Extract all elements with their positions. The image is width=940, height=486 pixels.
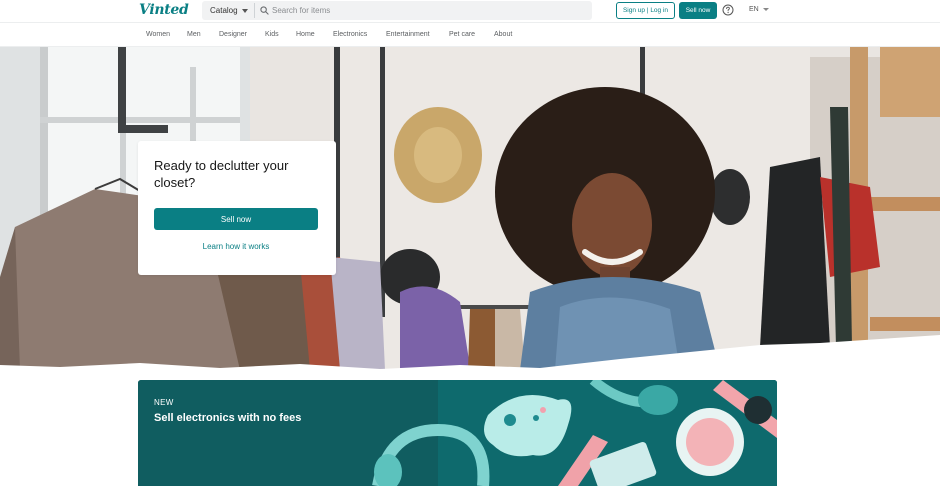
hero-sell-now-button[interactable]: Sell now [154, 208, 318, 230]
nav-item-men[interactable]: Men [187, 31, 201, 38]
new-badge: NEW [154, 398, 174, 407]
banner-title: Sell electronics with no fees [154, 412, 302, 424]
language-selector[interactable]: EN [749, 6, 769, 13]
chevron-down-icon [241, 8, 248, 13]
nav-item-entertainment[interactable]: Entertainment [386, 31, 430, 38]
hero-banner: Ready to declutter your closet? Sell now… [0, 47, 940, 370]
electronics-illustration [138, 380, 777, 486]
nav-item-electronics[interactable]: Electronics [333, 31, 367, 38]
signup-login-button[interactable]: Sign up | Log in [616, 2, 675, 19]
search-bar: Catalog [202, 1, 592, 20]
category-nav: Women Men Designer Kids Home Electronics… [0, 22, 940, 47]
chevron-down-icon [762, 8, 769, 11]
catalog-dropdown[interactable]: Catalog [202, 1, 254, 20]
top-header: Vinted Catalog Sign up | Log in Sell now… [0, 0, 940, 22]
hero-title: Ready to declutter your closet? [154, 158, 289, 190]
nav-item-pet-care[interactable]: Pet care [449, 31, 475, 38]
language-label: EN [749, 6, 759, 13]
sell-now-button[interactable]: Sell now [679, 2, 717, 19]
declutter-card: Ready to declutter your closet? Sell now… [138, 141, 336, 275]
search-icon [260, 6, 269, 15]
catalog-label: Catalog [210, 6, 238, 15]
vinted-logo[interactable]: Vinted [139, 2, 189, 18]
search-divider [254, 3, 255, 18]
help-icon[interactable] [722, 4, 734, 16]
search-input[interactable] [272, 1, 582, 20]
nav-item-kids[interactable]: Kids [265, 31, 279, 38]
learn-how-it-works-link[interactable]: Learn how it works [154, 242, 318, 251]
nav-item-about[interactable]: About [494, 31, 512, 38]
nav-item-women[interactable]: Women [146, 31, 170, 38]
nav-item-home[interactable]: Home [296, 31, 315, 38]
electronics-banner[interactable]: NEW Sell electronics with no fees [138, 380, 777, 486]
nav-item-designer[interactable]: Designer [219, 31, 247, 38]
